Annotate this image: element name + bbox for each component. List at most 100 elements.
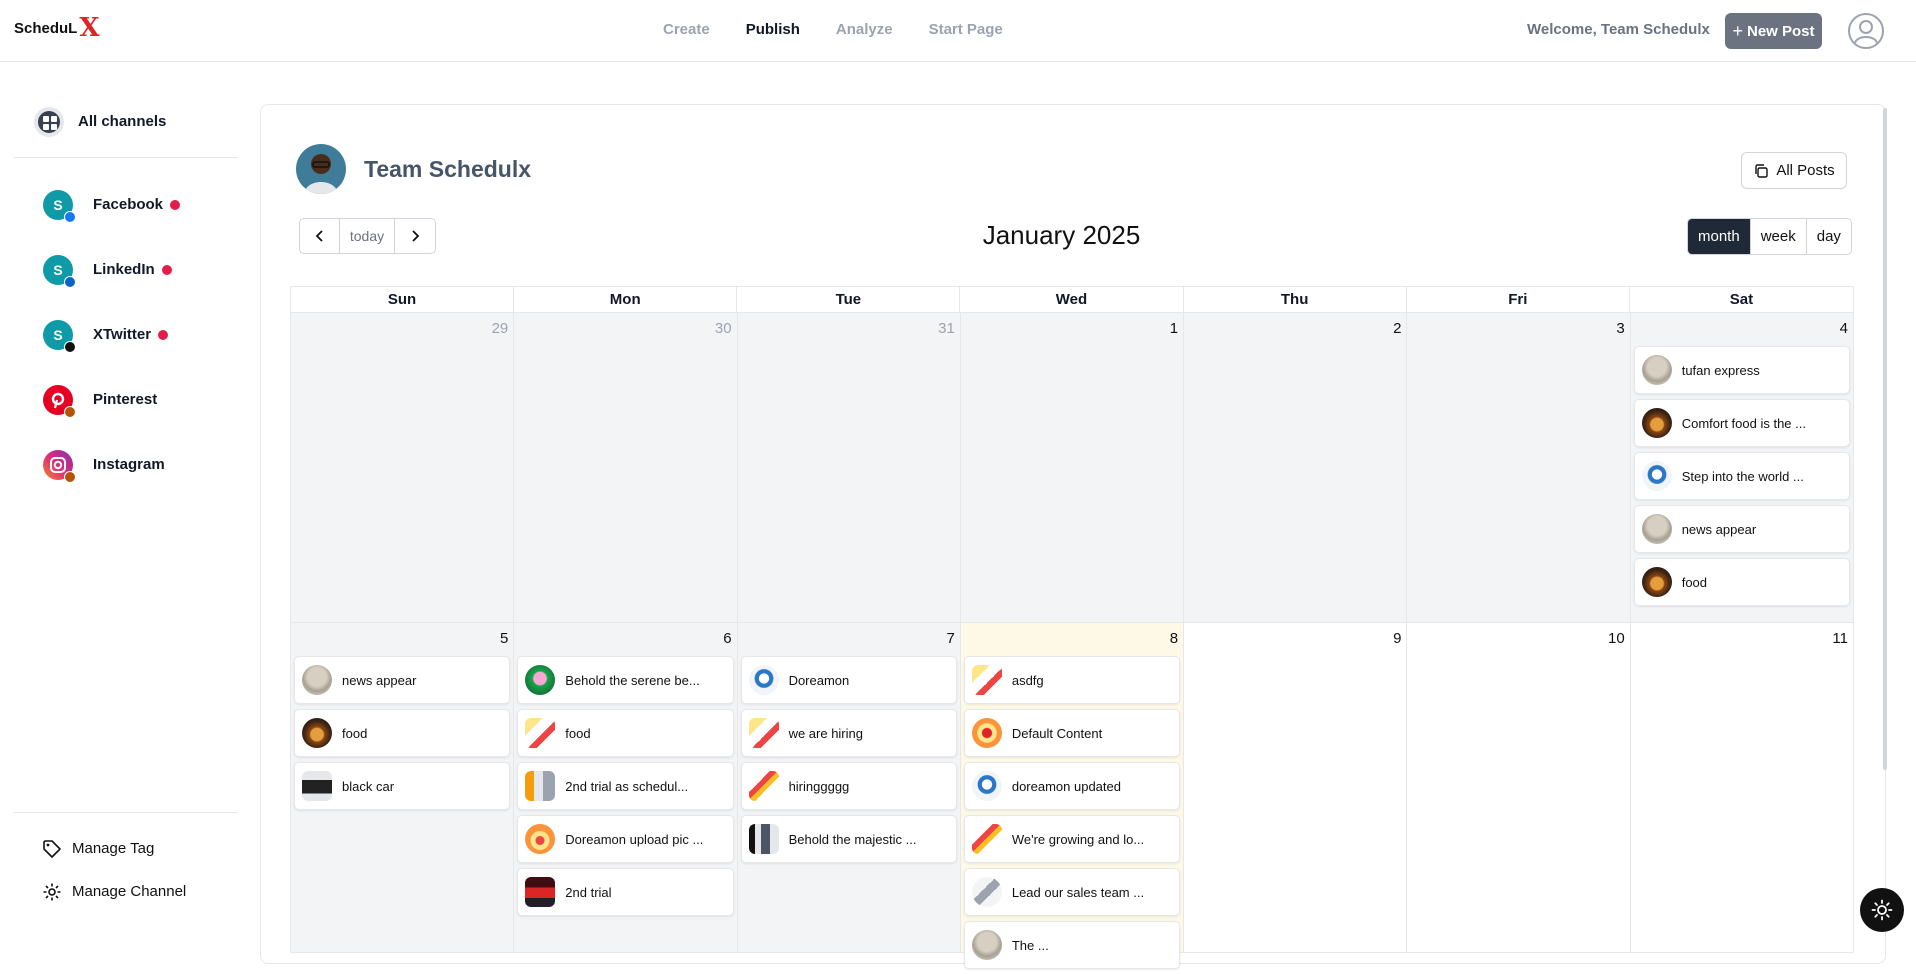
theme-toggle-button[interactable] [1860, 888, 1904, 932]
post-event[interactable]: 2nd trial [517, 868, 734, 916]
day-cell[interactable]: 6 Behold the serene be... food 2nd trial as… [514, 623, 738, 953]
day-cell[interactable]: 2 [1184, 313, 1408, 623]
day-cell[interactable]: 30 [514, 313, 738, 623]
day-cell[interactable]: 31 [737, 313, 961, 623]
post-event[interactable]: food [294, 709, 511, 757]
channel-avatar: S [43, 319, 76, 353]
pinterest-icon [43, 384, 76, 418]
weekday-label: Thu [1184, 287, 1407, 313]
day-number: 8 [1169, 630, 1179, 647]
day-cell[interactable]: 9 [1184, 623, 1408, 953]
channel-avatar: S [43, 189, 76, 223]
day-number: 2 [1393, 320, 1402, 337]
next-button[interactable] [395, 219, 435, 253]
manage-tag-link[interactable]: Manage Tag [14, 827, 238, 870]
channel-pinterest[interactable]: Pinterest [14, 367, 238, 432]
post-thumbnail [748, 718, 779, 748]
logo-x-mark: X [79, 13, 100, 43]
post-title: The ... [1011, 937, 1049, 953]
sidebar: All channels S Facebook S LinkedIn S XTw… [14, 100, 238, 497]
post-event[interactable]: Doreamon [740, 656, 957, 704]
post-event[interactable]: The ... [963, 921, 1181, 969]
post-thumbnail [525, 824, 556, 854]
channel-linkedin[interactable]: S LinkedIn [14, 237, 238, 302]
manage-channel-link[interactable]: Manage Channel [14, 870, 238, 913]
post-event[interactable]: Default Content [963, 709, 1181, 757]
post-title: asdfg [1011, 672, 1044, 688]
post-thumbnail [1641, 567, 1672, 597]
day-cell[interactable]: 5 news appear food black car [291, 623, 515, 953]
day-number: 31 [938, 320, 955, 337]
profile-avatar [296, 144, 346, 194]
post-event[interactable]: we are hiring [740, 709, 957, 757]
new-post-button[interactable]: + New Post [1725, 13, 1822, 49]
day-cell[interactable]: 8 asdfg Default Content doreamon updated We'… [960, 623, 1185, 969]
post-event[interactable]: news appear [1633, 505, 1850, 553]
all-posts-button[interactable]: All Posts [1741, 152, 1847, 189]
post-event[interactable]: asdfg [963, 656, 1181, 704]
nav-publish[interactable]: Publish [746, 21, 800, 38]
gear-icon [43, 883, 61, 900]
post-event[interactable]: Comfort food is the ... [1633, 399, 1850, 447]
post-event[interactable]: Behold the majestic ... [740, 815, 957, 863]
day-cell[interactable]: 10 [1407, 623, 1631, 953]
day-cell[interactable]: 1 [960, 313, 1185, 623]
post-thumbnail [748, 824, 779, 854]
post-event[interactable]: Step into the world ... [1633, 452, 1850, 500]
post-event[interactable]: 2nd trial as schedul... [517, 762, 734, 810]
post-event[interactable]: hiringgggg [740, 762, 957, 810]
day-number: 1 [1169, 320, 1179, 337]
welcome-text: Welcome, Team Schedulx [1527, 21, 1710, 38]
post-event[interactable]: black car [294, 762, 511, 810]
post-title: hiringgggg [788, 778, 850, 794]
channel-facebook[interactable]: S Facebook [14, 172, 238, 237]
nav-analyze[interactable]: Analyze [836, 21, 893, 38]
chevron-right-icon [412, 230, 420, 242]
day-cell[interactable]: 29 [291, 313, 515, 623]
channel-instagram[interactable]: Instagram [14, 432, 238, 497]
view-month-button[interactable]: month [1688, 219, 1751, 254]
nav-create[interactable]: Create [663, 21, 710, 38]
prev-button[interactable] [300, 219, 340, 253]
user-icon [1854, 20, 1878, 44]
day-cell[interactable]: 11 [1630, 623, 1854, 953]
user-avatar[interactable] [1848, 13, 1884, 49]
post-title: Step into the world ... [1681, 468, 1804, 484]
app-logo[interactable]: ScheduL X [14, 13, 100, 43]
view-week-button[interactable]: week [1751, 219, 1807, 254]
profile-name: Team Schedulx [364, 155, 532, 182]
manage-tag-label: Manage Tag [72, 840, 155, 857]
post-thumbnail [971, 877, 1002, 907]
post-event[interactable]: tufan express [1633, 346, 1850, 394]
post-title: Lead our sales team ... [1011, 884, 1145, 900]
tag-icon [43, 839, 61, 858]
post-thumbnail [971, 824, 1002, 854]
day-cell[interactable]: 7 Doreamon we are hiring hiringgggg Behold t… [737, 623, 961, 953]
day-cell[interactable]: 4 tufan express Comfort food is the ... Ste… [1630, 313, 1854, 623]
scrollbar[interactable] [1883, 108, 1887, 770]
copy-icon [1755, 163, 1769, 178]
post-event[interactable]: food [517, 709, 734, 757]
post-event[interactable]: news appear [294, 656, 511, 704]
post-event[interactable]: We're growing and lo... [963, 815, 1181, 863]
post-event[interactable]: Behold the serene be... [517, 656, 734, 704]
channel-xtwitter[interactable]: S XTwitter [14, 302, 238, 367]
post-title: 2nd trial as schedul... [565, 778, 689, 794]
day-cell[interactable]: 3 [1407, 313, 1631, 623]
post-event[interactable]: doreamon updated [963, 762, 1181, 810]
alert-dot [161, 264, 172, 275]
post-event[interactable]: Lead our sales team ... [963, 868, 1181, 916]
view-day-button[interactable]: day [1807, 219, 1851, 254]
day-number: 3 [1616, 320, 1625, 337]
facebook-icon [64, 210, 76, 223]
avatar-initial: S [53, 196, 63, 213]
post-event[interactable]: food [1633, 558, 1850, 606]
instagram-icon [43, 449, 76, 483]
post-event[interactable]: Doreamon upload pic ... [517, 815, 734, 863]
avatar-initial: S [53, 326, 63, 343]
nav-start-page[interactable]: Start Page [929, 21, 1003, 38]
all-channels-item[interactable]: All channels [14, 100, 238, 158]
today-button[interactable]: today [340, 219, 395, 253]
avatar-initial: S [53, 261, 63, 278]
day-number: 30 [714, 320, 732, 337]
